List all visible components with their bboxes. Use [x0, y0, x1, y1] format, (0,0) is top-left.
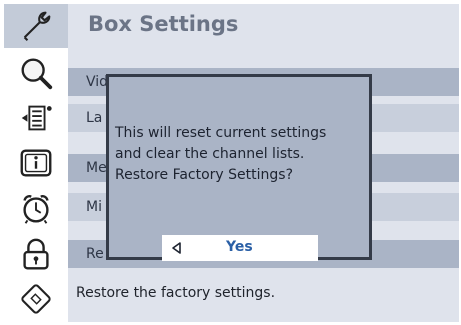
dialog-message-line: This will reset current settings	[115, 125, 327, 141]
lock-icon	[23, 238, 49, 270]
dialog-message-line: Restore Factory Settings?	[115, 167, 294, 183]
dialog-message: This will reset current settings and cle…	[115, 123, 365, 186]
alarm-clock-icon	[23, 195, 49, 224]
search-icon	[21, 58, 53, 90]
page-title: Box Settings	[88, 12, 239, 36]
sidebar-item-smart-card[interactable]	[4, 277, 68, 321]
sidebar-item-timer[interactable]	[4, 187, 68, 231]
tv-screen: Box Settings Video Settings La Me Mi Re …	[4, 4, 459, 322]
sidebar-item-channels[interactable]	[4, 96, 68, 140]
sidebar-item-settings[interactable]	[4, 4, 68, 48]
sidebar	[4, 4, 68, 322]
yes-button[interactable]: Yes	[162, 235, 318, 261]
help-text: Restore the factory settings.	[76, 285, 276, 301]
info-icon	[20, 149, 52, 177]
yes-button-label: Yes	[226, 239, 253, 255]
wrench-icon	[23, 11, 51, 41]
confirm-dialog: This will reset current settings and cle…	[106, 74, 372, 261]
sidebar-item-info[interactable]	[4, 141, 68, 185]
sidebar-item-parental-lock[interactable]	[4, 232, 68, 276]
channel-list-icon	[21, 105, 52, 131]
dialog-message-line: and clear the channel lists.	[115, 146, 305, 162]
left-arrow-icon	[172, 242, 181, 254]
smart-card-icon	[21, 284, 51, 314]
sidebar-item-search[interactable]	[4, 51, 68, 95]
